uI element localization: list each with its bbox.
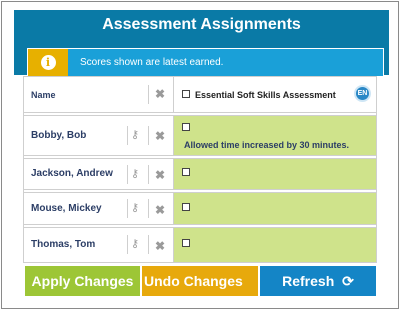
cell-divider (148, 126, 149, 145)
assessment-cell (174, 193, 376, 224)
select-all-checkbox[interactable] (182, 90, 190, 98)
remove-icon[interactable]: ✖ (155, 204, 165, 216)
refresh-button[interactable]: Refresh ⟳ (260, 266, 376, 296)
assessment-checkbox[interactable] (182, 168, 190, 176)
table-header-row: Name ✖ Essential Soft Skills Assessment … (24, 77, 376, 112)
refresh-label: Refresh (282, 273, 335, 289)
panel-title: Assessment Assignments (102, 16, 301, 33)
table-row: Jackson, Andrew ⚷ ✖ (24, 159, 376, 189)
assessment-column-header: Essential Soft Skills Assessment (195, 89, 336, 100)
info-icon: i (40, 55, 56, 70)
cell-divider (148, 235, 149, 254)
student-name: Jackson, Andrew (31, 168, 113, 179)
remove-icon[interactable]: ✖ (155, 169, 165, 181)
refresh-icon: ⟳ (342, 273, 354, 289)
accommodation-note: Allowed time increased by 30 minutes. (184, 140, 350, 150)
remove-icon[interactable]: ✖ (155, 130, 165, 142)
assessment-checkbox[interactable] (182, 203, 190, 211)
student-name: Thomas, Tom (31, 239, 96, 250)
header-divider (148, 85, 149, 104)
dialog-frame: Assessment Assignments i Scores shown ar… (1, 1, 399, 309)
assessment-checkbox[interactable] (182, 239, 190, 247)
key-icon[interactable]: ⚷ (131, 202, 139, 214)
cell-divider (127, 235, 128, 254)
undo-changes-button[interactable]: Undo Changes (142, 266, 258, 296)
student-cell: Bobby, Bob ⚷ ✖ (24, 116, 174, 155)
table-row: Bobby, Bob ⚷ ✖ Allowed time increased by… (24, 116, 376, 155)
remove-icon[interactable]: ✖ (155, 240, 165, 252)
table-row: Mouse, Mickey ⚷ ✖ (24, 193, 376, 224)
assessment-checkbox[interactable] (182, 123, 190, 131)
info-icon-box: i (28, 49, 68, 76)
student-cell: Jackson, Andrew ⚷ ✖ (24, 159, 174, 189)
info-banner: i Scores shown are latest earned. (27, 48, 384, 77)
assessment-cell: Allowed time increased by 30 minutes. (174, 116, 376, 155)
assessment-cell (174, 228, 376, 262)
key-icon[interactable]: ⚷ (131, 168, 139, 180)
key-icon[interactable]: ⚷ (131, 238, 139, 250)
table-row: Thomas, Tom ⚷ ✖ (24, 228, 376, 262)
apply-changes-button[interactable]: Apply Changes (25, 266, 140, 296)
cell-divider (127, 199, 128, 218)
info-text: Scores shown are latest earned. (80, 57, 224, 68)
assessment-header-cell: Essential Soft Skills Assessment EN (174, 77, 376, 112)
name-header-cell: Name ✖ (24, 77, 174, 112)
student-cell: Mouse, Mickey ⚷ ✖ (24, 193, 174, 224)
clear-all-icon[interactable]: ✖ (155, 88, 165, 100)
student-name: Bobby, Bob (31, 130, 87, 141)
panel-header: Assessment Assignments i Scores shown ar… (14, 10, 389, 77)
student-name: Mouse, Mickey (31, 203, 102, 214)
cell-divider (127, 126, 128, 145)
language-badge[interactable]: EN (354, 85, 371, 102)
student-cell: Thomas, Tom ⚷ ✖ (24, 228, 174, 262)
assignment-table: Name ✖ Essential Soft Skills Assessment … (23, 76, 377, 263)
cell-divider (148, 199, 149, 218)
name-column-header[interactable]: Name (31, 77, 56, 112)
cell-divider (148, 165, 149, 184)
cell-divider (127, 165, 128, 184)
assessment-cell (174, 159, 376, 189)
key-icon[interactable]: ⚷ (131, 129, 139, 141)
